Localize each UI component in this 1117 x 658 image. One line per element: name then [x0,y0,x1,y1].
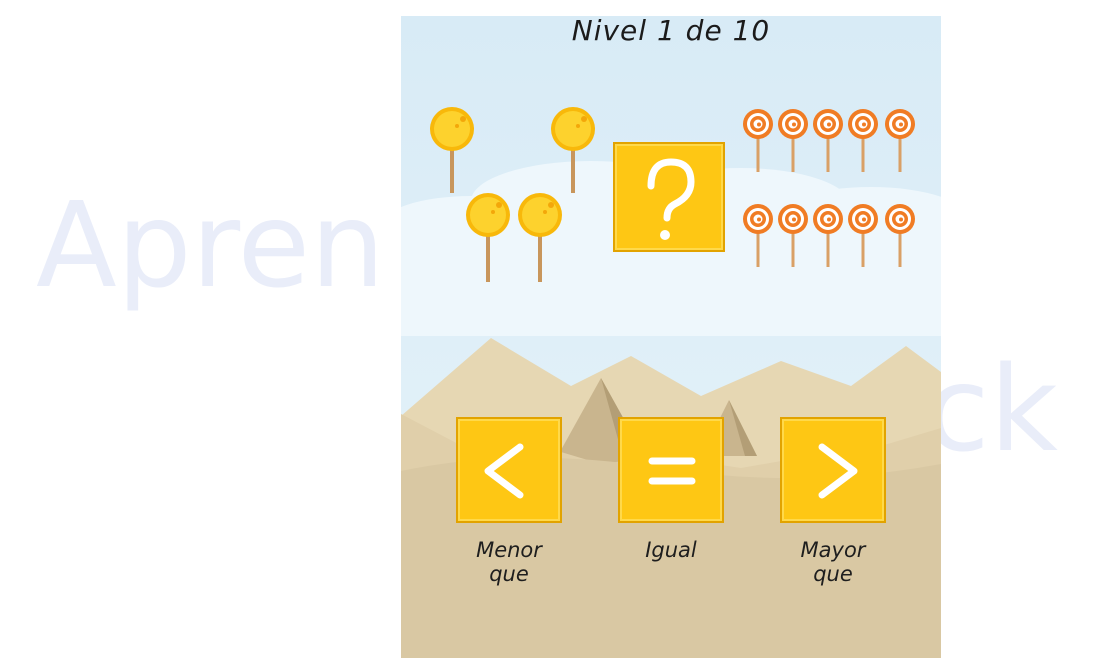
equal-icon [648,457,696,485]
lollipop-icon [813,109,843,172]
game-screen: Nivel 1 de 10 Menor que Igual Mayor que [401,16,941,658]
lollipop-icon [778,109,808,172]
equal-label: Igual [645,538,697,562]
lollipop-icon [743,109,773,172]
equal-button[interactable] [618,417,724,523]
lollipop-icon [848,204,878,267]
lollipop-icon [743,204,773,267]
greater-than-icon [818,443,858,499]
lollipop-icon [813,204,843,267]
lollipop-icon [778,204,808,267]
watermark-left: Apren [36,176,385,314]
greater-than-button[interactable] [780,417,886,523]
less-than-icon [484,443,524,499]
lollipop-icon [885,109,915,172]
greater-than-label: Mayor que [800,538,866,586]
lollipop-icon [885,204,915,267]
less-than-label: Menor que [476,538,542,586]
lollipop-icon [848,109,878,172]
less-than-button[interactable] [456,417,562,523]
